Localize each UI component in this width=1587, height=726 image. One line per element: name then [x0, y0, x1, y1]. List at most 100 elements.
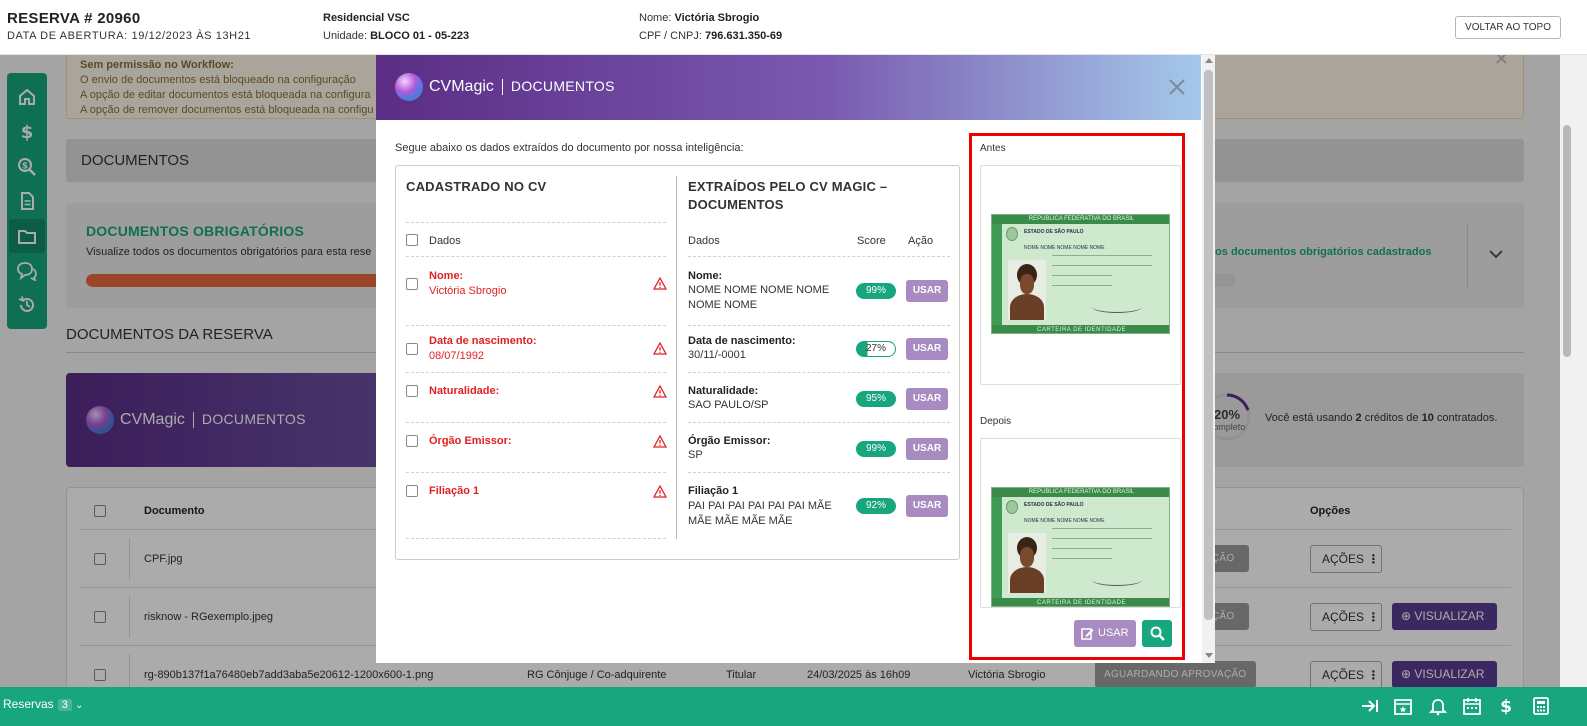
select-all-checkbox[interactable] — [406, 234, 418, 246]
reserva-number: RESERVA # 20960 — [7, 10, 141, 27]
modal-brand: CVMagic DOCUMENTOS — [429, 78, 615, 96]
score-badge: 92% — [856, 498, 896, 514]
page-header: RESERVA # 20960 DATA DE ABERTURA: 19/12/… — [0, 0, 1587, 55]
row-checkbox[interactable] — [406, 435, 418, 447]
card-footer-text: CARTEIRA DE IDENTIDADE — [992, 325, 1169, 333]
zoom-image-button[interactable] — [1142, 620, 1172, 647]
extracted-value: NOME NOME — [688, 299, 758, 311]
card-estado-text: ESTADO DE SÃO PAULO — [1024, 502, 1084, 508]
usar-button[interactable]: USAR — [906, 388, 948, 410]
warning-icon — [653, 385, 667, 398]
extracted-value: PAI PAI PAI PAI PAI PAI MÃE — [688, 500, 832, 512]
cvmagic-logo-icon — [395, 73, 423, 101]
calendar-icon[interactable] — [1462, 696, 1482, 716]
calculator-icon[interactable] — [1531, 696, 1551, 716]
field-label: Naturalidade: — [429, 385, 500, 397]
dados-header: Dados — [429, 235, 461, 247]
id-card-image: REPÚBLICA FEDERATIVA DO BRASIL ESTADO DE… — [991, 214, 1170, 334]
cv-value: 08/07/1992 — [429, 350, 485, 362]
usar-button[interactable]: USAR — [906, 338, 948, 360]
usar-image-button[interactable]: USAR — [1074, 620, 1136, 647]
usar-label: USAR — [1098, 627, 1129, 639]
comparison-box: CADASTRADO NO CV EXTRAÍDOS PELO CV MAGIC… — [395, 165, 960, 560]
extracted-value: MÃE MÃE MÃE MÃE — [688, 515, 793, 527]
cadastrado-title: CADASTRADO NO CV — [406, 179, 547, 194]
edit-icon — [1081, 628, 1094, 640]
usar-button[interactable]: USAR — [906, 280, 948, 302]
modal-intro-text: Segue abaixo os dados extraídos do docum… — [395, 142, 744, 154]
warning-icon — [653, 435, 667, 448]
divider — [688, 325, 950, 326]
seal-icon — [1006, 500, 1018, 514]
unidade-value: BLOCO 01 - 05-223 — [370, 30, 470, 42]
empreendimento: Residencial VSC — [323, 12, 410, 24]
reservas-selector[interactable]: Reservas 3 ⌄ — [3, 697, 84, 711]
divider — [406, 325, 666, 326]
modal-scrollbar-thumb[interactable] — [1204, 70, 1213, 620]
row-checkbox[interactable] — [406, 385, 418, 397]
bell-icon[interactable] — [1428, 696, 1448, 716]
antes-image-frame[interactable]: REPÚBLICA FEDERATIVA DO BRASIL ESTADO DE… — [980, 165, 1181, 385]
field-label: Órgão Emissor: — [429, 435, 512, 447]
usar-button[interactable]: USAR — [906, 438, 948, 460]
card-header-text: REPÚBLICA FEDERATIVA DO BRASIL — [992, 215, 1169, 224]
card-stripe — [992, 497, 1002, 598]
card-footer-text: CARTEIRA DE IDENTIDADE — [992, 598, 1169, 606]
row-checkbox[interactable] — [406, 278, 418, 290]
extracted-label: Filiação 1 — [688, 485, 739, 497]
image-comparison-panel: Antes REPÚBLICA FEDERATIVA DO BRASIL EST… — [969, 133, 1185, 660]
score-badge: 99% — [856, 283, 896, 299]
cpf-value: 796.631.350-69 — [705, 30, 783, 42]
divider — [688, 256, 950, 257]
divider — [406, 222, 666, 223]
usar-button[interactable]: USAR — [906, 495, 948, 517]
brand-section: DOCUMENTOS — [510, 78, 615, 94]
score-badge: 99% — [856, 441, 896, 457]
close-icon[interactable] — [1167, 77, 1187, 102]
nome-value: Victória Sbrogio — [674, 12, 760, 24]
card-estado-text: ESTADO DE SÃO PAULO — [1024, 229, 1084, 235]
dollar-icon[interactable]: $ — [1496, 696, 1516, 716]
row-checkbox[interactable] — [406, 485, 418, 497]
divider — [406, 422, 666, 423]
extracted-label: Data de nascimento: — [688, 335, 796, 347]
scroll-up-icon[interactable] — [1205, 58, 1213, 63]
divider — [688, 472, 950, 473]
modal-header: CVMagic DOCUMENTOS — [376, 55, 1201, 120]
collapse-right-icon[interactable] — [1360, 696, 1380, 716]
warning-icon — [653, 277, 667, 290]
extracted-value: 30/11/-0001 — [688, 349, 746, 361]
extraidos-title: EXTRAÍDOS PELO CV MAGIC – DOCUMENTOS — [688, 178, 887, 214]
scroll-down-icon[interactable] — [1205, 653, 1213, 658]
extracted-value: SAO PAULO/SP — [688, 399, 769, 411]
extracted-label: Naturalidade: — [688, 385, 759, 397]
calendar-star-icon[interactable] — [1393, 696, 1413, 716]
divider — [406, 372, 666, 373]
depois-label: Depois — [980, 416, 1012, 427]
brand-name: CVMagic — [429, 78, 494, 95]
voltar-ao-topo-button[interactable]: VOLTAR AO TOPO — [1455, 16, 1561, 39]
warning-icon — [653, 485, 667, 498]
score-badge: 95% — [856, 391, 896, 407]
cpf-label: CPF / CNPJ: — [639, 30, 702, 42]
field-label: Data de nascimento: — [429, 335, 537, 347]
antes-label: Antes — [980, 143, 1006, 154]
id-card-image: REPÚBLICA FEDERATIVA DO BRASIL ESTADO DE… — [991, 487, 1170, 607]
reservas-label: Reservas — [3, 697, 54, 711]
row-checkbox[interactable] — [406, 343, 418, 355]
extraidos-title-line: EXTRAÍDOS PELO CV MAGIC – — [688, 179, 888, 194]
card-nome-text: NOME NOME NOME NOME NOME — [1024, 245, 1105, 251]
acao-header: Ação — [908, 235, 934, 247]
cvmagic-documentos-modal: CVMagic DOCUMENTOS Segue abaixo os dados … — [376, 55, 1215, 663]
cliente-nome: Nome: Victória Sbrogio — [639, 12, 759, 24]
warning-icon — [653, 342, 667, 355]
column-divider — [676, 176, 677, 539]
reservas-count: 3 — [57, 699, 72, 711]
card-nome-text: NOME NOME NOME NOME NOME — [1024, 518, 1105, 524]
divider — [406, 538, 666, 539]
page-scrollbar-thumb[interactable] — [1563, 125, 1571, 357]
cliente-cpf: CPF / CNPJ: 796.631.350-69 — [639, 30, 782, 42]
extracted-label: Nome: — [688, 270, 723, 282]
extraidos-title-line: DOCUMENTOS — [688, 197, 784, 212]
depois-image-frame[interactable]: REPÚBLICA FEDERATIVA DO BRASIL ESTADO DE… — [980, 438, 1181, 608]
